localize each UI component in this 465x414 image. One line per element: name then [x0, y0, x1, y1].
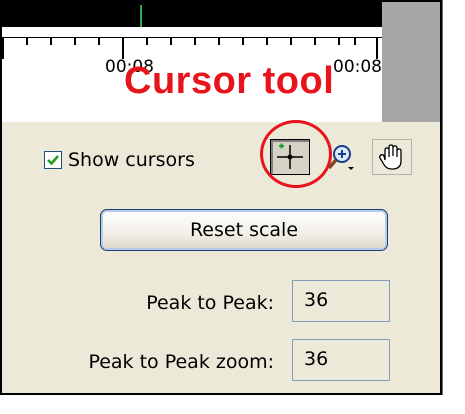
ruler-tick	[376, 37, 378, 59]
show-cursors-control[interactable]: Show cursors	[44, 144, 195, 176]
ruler-tick	[290, 37, 292, 45]
ruler-tick	[354, 37, 356, 45]
window-frame-right	[442, 0, 453, 395]
window-frame-bottom	[0, 395, 465, 414]
ruler-tick	[98, 37, 100, 45]
cursor-tool-annotation: Cursor tool	[124, 60, 335, 102]
reset-scale-button[interactable]: Reset scale	[100, 209, 388, 251]
ruler-tick	[170, 37, 172, 45]
peak-to-peak-label: Peak to Peak:	[146, 292, 274, 314]
ruler-tick	[338, 37, 340, 45]
ruler-tick	[194, 37, 196, 45]
show-cursors-label: Show cursors	[68, 149, 195, 171]
waveform-display[interactable]	[2, 2, 382, 27]
peak-to-peak-value: 36	[292, 280, 390, 322]
oscilloscope-panel: 00:08 00:08 Cursor tool Show cursors Res…	[0, 0, 442, 395]
show-cursors-checkbox[interactable]	[44, 151, 62, 169]
ruler-tick	[218, 37, 220, 45]
ruler-tick	[242, 37, 244, 45]
pan-tool-button[interactable]	[372, 139, 412, 175]
checkmark-icon	[47, 155, 59, 166]
ruler-tick	[26, 37, 28, 45]
ruler-tick	[146, 37, 148, 45]
ruler-tick	[314, 37, 316, 45]
hand-icon	[379, 144, 402, 170]
time-label-right: 00:08	[333, 57, 382, 77]
ruler-tick	[50, 37, 52, 45]
peak-to-peak-zoom-label: Peak to Peak zoom:	[88, 351, 274, 373]
ruler-baseline	[2, 37, 382, 38]
ruler-tick	[2, 37, 4, 59]
peak-to-peak-zoom-value: 36	[292, 339, 390, 381]
playhead-marker	[140, 5, 142, 27]
highlight-circle	[260, 120, 332, 188]
ruler-tick	[266, 37, 268, 45]
ruler-tick	[122, 37, 124, 59]
ruler-tick	[74, 37, 76, 45]
